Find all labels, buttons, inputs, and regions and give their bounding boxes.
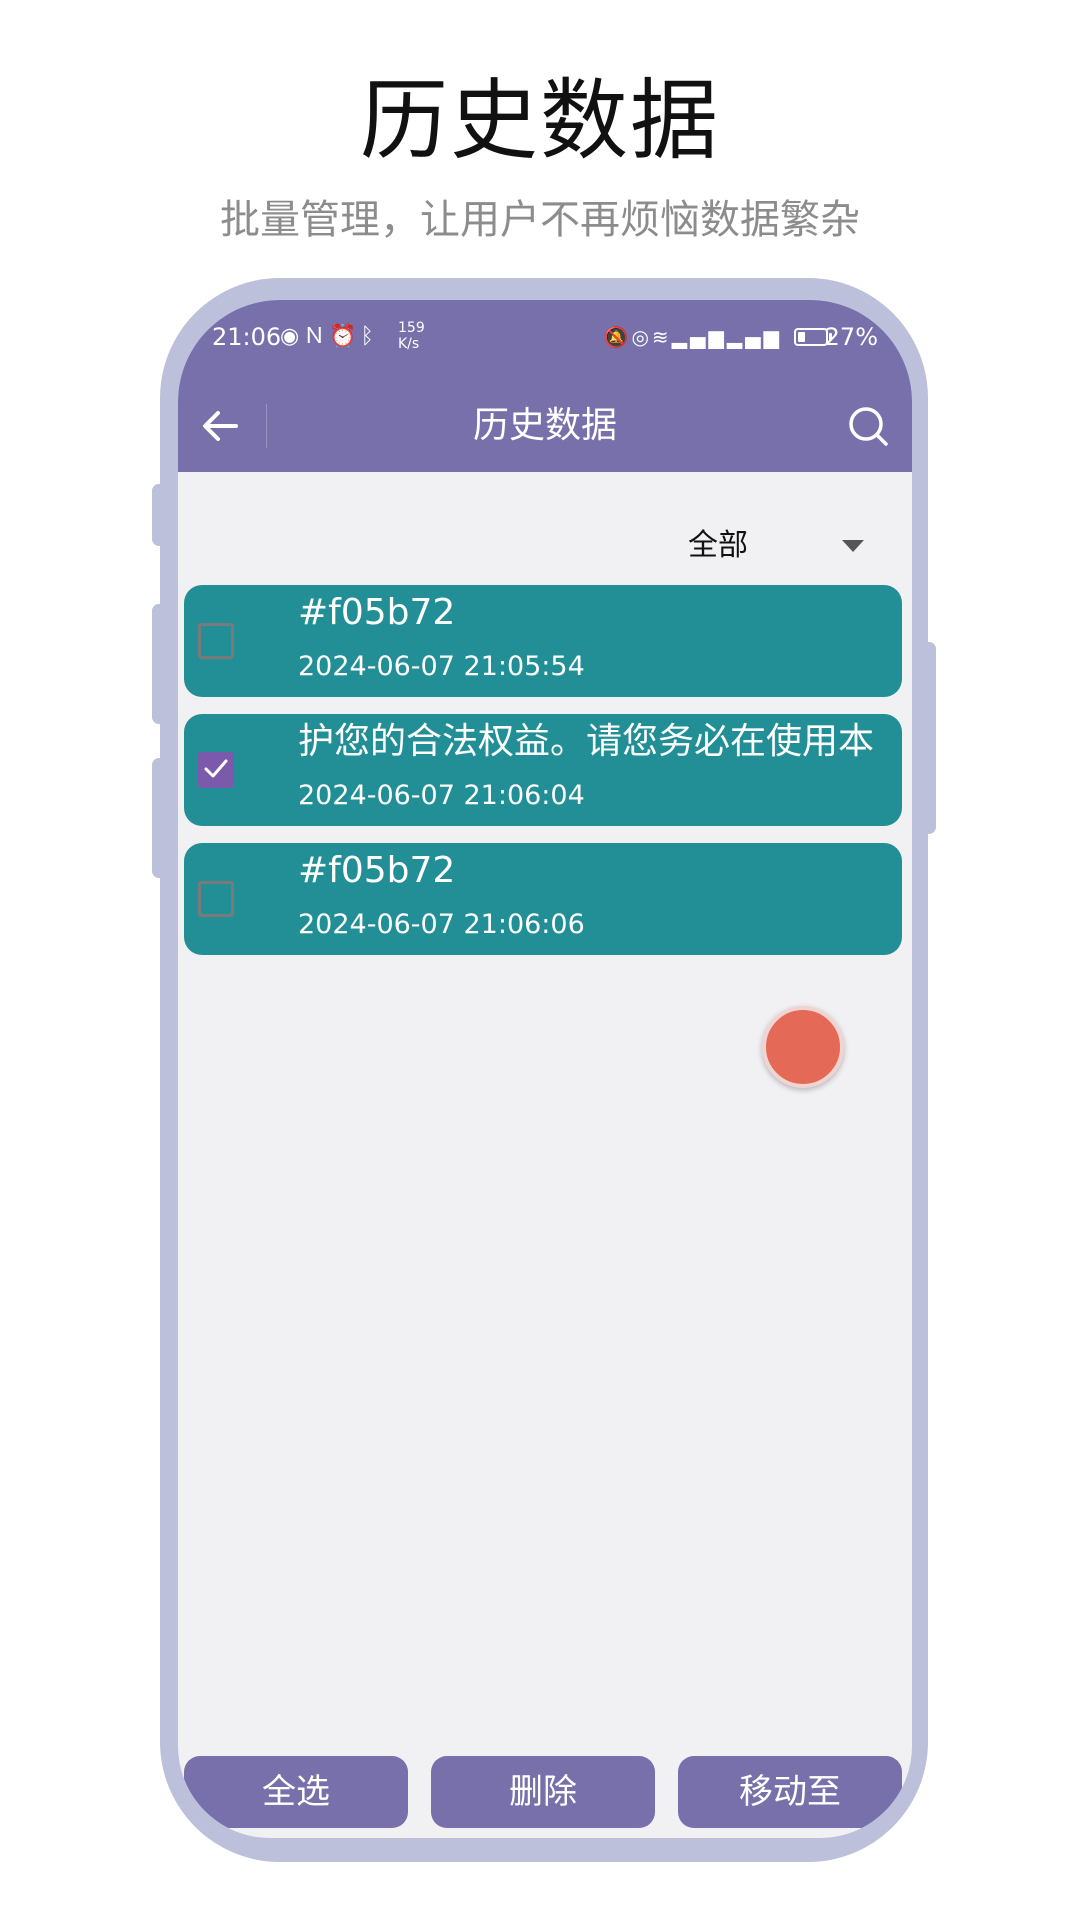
list-item[interactable]: #f05b72 2024-06-07 21:05:54 bbox=[184, 585, 902, 697]
signal-5g-icon: ▂▄▆ bbox=[726, 325, 782, 349]
item-title: 护您的合法权益。请您务必在使用本 bbox=[298, 721, 875, 762]
alarm-icon: ⏰ bbox=[329, 324, 361, 349]
item-title: #f05b72 bbox=[298, 592, 456, 633]
item-checkbox[interactable] bbox=[198, 752, 234, 788]
item-checkbox[interactable] bbox=[198, 623, 234, 659]
battery-percent: 27% bbox=[824, 323, 878, 351]
list-item[interactable]: #f05b72 2024-06-07 21:06:06 bbox=[184, 843, 902, 955]
app-bar-divider bbox=[266, 404, 267, 448]
status-icons-left: ◉Ｎ⏰ᛒ bbox=[280, 322, 378, 352]
battery-icon bbox=[794, 328, 828, 346]
item-timestamp: 2024-06-07 21:06:06 bbox=[298, 909, 585, 940]
phone-side-button-mute bbox=[152, 758, 166, 878]
hero-subtitle: 批量管理，让用户不再烦恼数据繁杂 bbox=[220, 197, 860, 243]
phone-side-button-power bbox=[922, 642, 936, 834]
status-time: 21:06 bbox=[212, 323, 282, 351]
item-timestamp: 2024-06-07 21:06:04 bbox=[298, 780, 585, 811]
phone-side-button-volume-up bbox=[152, 484, 166, 546]
network-speed-unit: K/s bbox=[398, 336, 420, 352]
network-speed: 159 K/s bbox=[398, 320, 425, 352]
history-list: #f05b72 2024-06-07 21:05:54 护您的合法权益。请您务必… bbox=[184, 585, 902, 972]
hero-title: 历史数据 bbox=[359, 69, 720, 172]
check-icon bbox=[204, 759, 228, 778]
status-bar: 21:06 ◉Ｎ⏰ᛒ 159 K/s 🔕◎≋▂▄▆▂▄▆ 27% bbox=[178, 300, 912, 380]
search-icon bbox=[849, 407, 888, 446]
list-item[interactable]: 护您的合法权益。请您务必在使用本 2024-06-07 21:06:04 bbox=[184, 714, 902, 826]
phone-side-button-volume-down bbox=[152, 604, 166, 724]
bottom-action-bar: 全选 删除 移动至 bbox=[184, 1756, 902, 1828]
network-speed-value: 159 bbox=[398, 320, 425, 336]
mute-icon: 🔕 bbox=[603, 325, 632, 349]
app-bar: 历史数据 bbox=[178, 380, 912, 472]
select-all-button[interactable]: 全选 bbox=[184, 1756, 408, 1828]
hotspot-icon: ◎ bbox=[631, 325, 652, 349]
caret-down-icon bbox=[842, 540, 864, 552]
filter-dropdown[interactable]: 全部 bbox=[678, 518, 878, 574]
app-bar-title: 历史数据 bbox=[472, 405, 617, 446]
screenshot-root: 历史数据 批量管理，让用户不再烦恼数据繁杂 21:06 ◉Ｎ⏰ᛒ 159 K/s… bbox=[0, 0, 1080, 1920]
item-title: #f05b72 bbox=[298, 850, 456, 891]
signal-4g-icon: ▂▄▆ bbox=[671, 325, 727, 349]
filter-selected-label: 全部 bbox=[688, 528, 748, 563]
item-timestamp: 2024-06-07 21:05:54 bbox=[298, 651, 585, 682]
floating-action-button[interactable] bbox=[762, 1006, 844, 1088]
back-button[interactable] bbox=[192, 400, 248, 452]
move-to-button[interactable]: 移动至 bbox=[678, 1756, 902, 1828]
status-icons-right: 🔕◎≋▂▄▆▂▄▆ bbox=[604, 322, 782, 352]
eye-icon: ◉ bbox=[280, 324, 304, 349]
delete-button[interactable]: 删除 bbox=[431, 1756, 655, 1828]
search-button[interactable] bbox=[840, 400, 896, 452]
nfc-icon: Ｎ bbox=[303, 324, 330, 349]
arrow-left-icon bbox=[203, 411, 238, 441]
phone-screen: 21:06 ◉Ｎ⏰ᛒ 159 K/s 🔕◎≋▂▄▆▂▄▆ 27% 历史数据 全部… bbox=[178, 300, 912, 1838]
bluetooth-icon: ᛒ bbox=[360, 324, 378, 349]
item-checkbox[interactable] bbox=[198, 881, 234, 917]
wifi-icon: ≋ bbox=[651, 325, 672, 349]
battery-level-fill bbox=[798, 332, 805, 342]
